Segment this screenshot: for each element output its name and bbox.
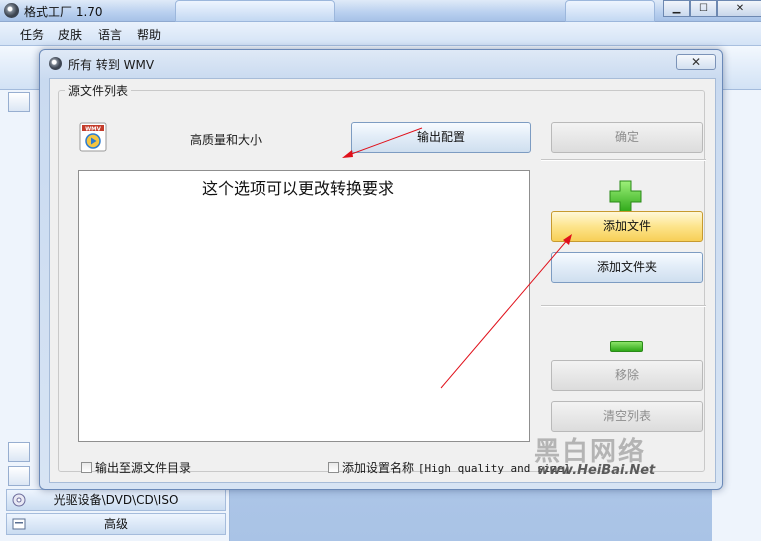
maximize-button[interactable]: ☐: [690, 0, 717, 17]
watermark: 黑白网络 www.HeiBai.Net: [529, 431, 679, 479]
sidebar-item-label: 高级: [103, 517, 128, 531]
remove-button[interactable]: 移除: [551, 360, 703, 391]
output-config-button[interactable]: 输出配置: [351, 122, 531, 153]
annotation-note: 这个选项可以更改转换要求: [202, 179, 395, 198]
output-to-source-checkbox[interactable]: 输出至源文件目录: [81, 459, 191, 476]
checkbox-box[interactable]: [328, 462, 339, 473]
file-list[interactable]: 这个选项可以更改转换要求: [78, 170, 530, 442]
quality-label: 高质量和大小: [190, 133, 263, 147]
minimize-button[interactable]: ▁: [663, 0, 690, 17]
add-icon: [609, 180, 642, 213]
dialog-title: 所有 转到 WMV: [68, 58, 155, 72]
wmv-icon: WMV: [79, 122, 107, 152]
disc-icon: [12, 493, 26, 507]
sidebar-picture-icon[interactable]: [8, 466, 30, 486]
checkbox-label: 添加设置名称: [342, 461, 415, 475]
menu-language[interactable]: 语言: [98, 26, 122, 43]
checkbox-box[interactable]: [81, 462, 92, 473]
convert-dialog: 所有 转到 WMV ✕ 源文件列表 WMV 高质量和大小 输出配置 确定 这个选…: [39, 49, 723, 490]
app-title: 格式工厂 1.70: [24, 5, 103, 19]
separator: [541, 159, 706, 161]
dialog-body: 源文件列表 WMV 高质量和大小 输出配置 确定 这个选项可以更改转换要求 添加…: [49, 78, 716, 483]
sidebar-item-advanced[interactable]: 高级: [6, 513, 226, 535]
ok-button[interactable]: 确定: [551, 122, 703, 153]
background-tab: [175, 0, 335, 22]
remove-icon: [610, 341, 643, 352]
menu-help[interactable]: 帮助: [137, 26, 161, 43]
app-logo-icon: [4, 3, 19, 18]
dialog-close-button[interactable]: ✕: [676, 54, 716, 70]
background-tab: [565, 0, 655, 22]
dialog-icon: [49, 57, 62, 70]
main-titlebar: 格式工厂 1.70 ▁ ☐ ✕: [0, 0, 761, 22]
menu-skin[interactable]: 皮肤: [58, 26, 82, 43]
watermark-url: www.HeiBai.Net: [537, 463, 656, 478]
sidebar-item-label: 光驱设备\DVD\CD\ISO: [53, 493, 179, 507]
add-folder-button[interactable]: 添加文件夹: [551, 252, 703, 283]
advanced-icon: [12, 518, 26, 530]
sidebar-audio-icon[interactable]: [8, 442, 30, 462]
clear-list-button[interactable]: 清空列表: [551, 401, 703, 432]
svg-text:WMV: WMV: [85, 126, 102, 132]
checkbox-label: 输出至源文件目录: [95, 461, 192, 475]
group-label: 源文件列表: [65, 82, 132, 99]
menubar: 任务 皮肤 语言 帮助: [0, 22, 761, 46]
source-file-group: 源文件列表 WMV 高质量和大小 输出配置 确定 这个选项可以更改转换要求 添加…: [58, 82, 706, 478]
sidebar-item-dvd[interactable]: 光驱设备\DVD\CD\ISO: [6, 489, 226, 511]
sidebar-video-icon[interactable]: [8, 92, 30, 112]
separator: [541, 305, 706, 307]
add-file-button[interactable]: 添加文件: [551, 211, 703, 242]
menu-task[interactable]: 任务: [20, 26, 44, 43]
close-button[interactable]: ✕: [717, 0, 761, 17]
